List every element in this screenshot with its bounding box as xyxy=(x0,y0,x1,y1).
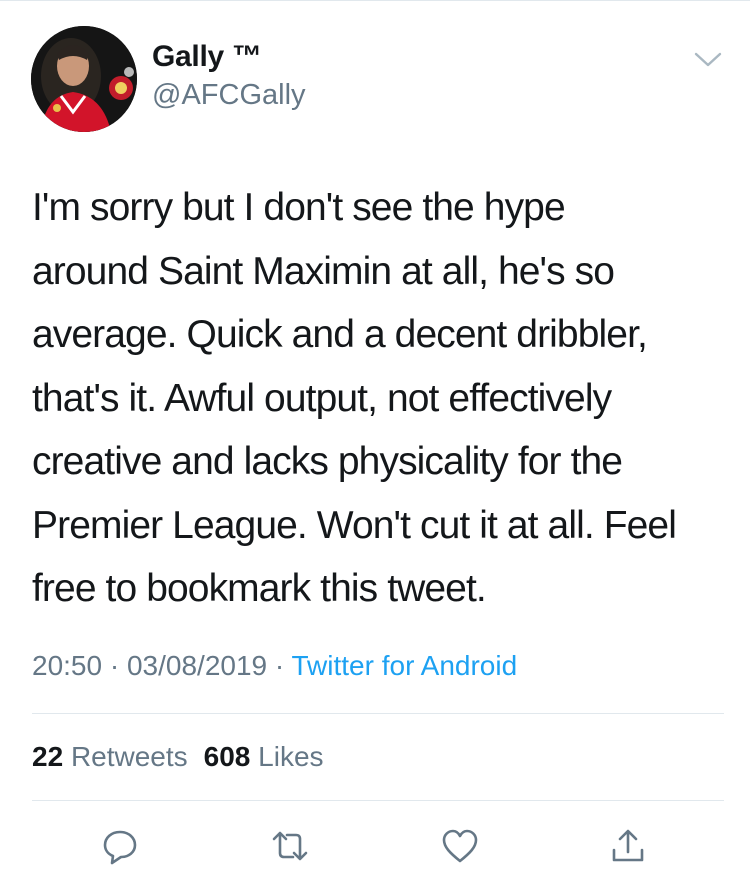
share-icon[interactable] xyxy=(608,826,648,866)
tweet-text: I'm sorry but I don't see the hype aroun… xyxy=(32,186,677,610)
tweet-time: 20:50 xyxy=(32,650,103,681)
author-handle[interactable]: @AFCGally xyxy=(152,79,306,112)
stats-top-divider xyxy=(32,713,724,714)
tweet-stats: 22 Retweets 608 Likes xyxy=(32,741,324,773)
tweet-date[interactable]: 03/08/2019 xyxy=(127,650,267,681)
retweets-label: Retweets xyxy=(70,741,188,772)
likes-count: 608 xyxy=(203,741,251,772)
retweets-stat[interactable]: 22 Retweets xyxy=(32,741,188,772)
tweet-meta: 20:50 · 03/08/2019 · Twitter for Android xyxy=(32,650,517,682)
stats-bottom-divider xyxy=(32,800,724,801)
reply-icon[interactable] xyxy=(100,826,140,866)
retweets-count: 22 xyxy=(32,741,64,772)
meta-separator: · xyxy=(267,650,292,681)
chevron-down-icon[interactable] xyxy=(692,50,724,70)
tweet-source-link[interactable]: Twitter for Android xyxy=(292,650,518,681)
top-divider xyxy=(0,0,750,1)
avatar[interactable] xyxy=(31,26,137,132)
meta-separator: · xyxy=(102,650,127,681)
likes-label: Likes xyxy=(258,741,324,772)
author-display-name[interactable]: Gally ™ xyxy=(152,40,262,74)
likes-stat[interactable]: 608 Likes xyxy=(204,741,324,772)
heart-icon[interactable] xyxy=(440,826,480,866)
retweet-icon[interactable] xyxy=(270,826,310,866)
